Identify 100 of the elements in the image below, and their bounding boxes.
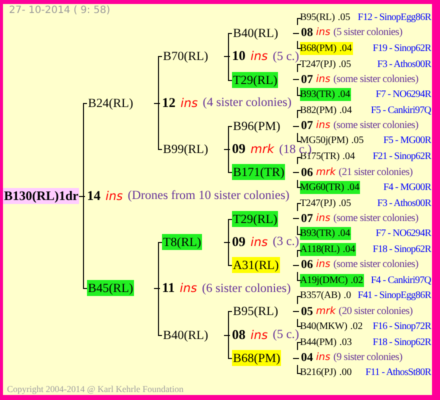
mating-count: 09 [232, 234, 246, 250]
drone-note: (6 sister colonies) [202, 280, 291, 296]
bee-value: .02 [350, 320, 364, 333]
drone-note: (some sister colonies) [333, 259, 418, 270]
bee-id: T247(PJ) [300, 58, 337, 71]
colony-label: B130(RL)1dr [3, 188, 80, 204]
drone-note: (20 sister colonies) [338, 306, 413, 317]
colony-label: B171(TR) [232, 164, 286, 180]
origin-code: F18 - Sinop62R [372, 336, 431, 348]
drone-note: (5 c.) [272, 327, 300, 342]
mating-kind: ins [250, 234, 268, 249]
origin-code: F3 - Athos00R [377, 198, 431, 209]
bee-id: B357(AB) [300, 289, 342, 302]
mating-kind: ins [316, 74, 330, 85]
drone-note: (Drones from 10 sister colonies) [128, 188, 290, 203]
origin-code: F16 - Sinop72R [372, 320, 431, 332]
colony-label: B99(RL) [162, 141, 210, 158]
mating-kind: ins [250, 49, 268, 64]
mating-count: 08 [301, 25, 313, 40]
mating-kind: ins [316, 259, 330, 270]
bee-value: .04 [342, 243, 356, 256]
mating-count: 07 [301, 118, 313, 134]
origin-code: F41 - SinopEgg86R [358, 290, 431, 302]
bee-value: .04 [338, 227, 352, 240]
colony-label: B45(RL) [87, 280, 134, 296]
bee-id: B82(PM) [300, 104, 338, 117]
colony-label: B96(PM) [232, 118, 282, 134]
bee-value: .04 [339, 42, 353, 55]
drone-note: (5 sister colonies) [333, 27, 402, 38]
bee-value: .04 [342, 150, 356, 164]
drone-note: (some sister colonies) [333, 212, 418, 224]
mating-count: 11 [162, 280, 175, 296]
mating-count: 08 [232, 326, 246, 343]
bee-value: .05 [338, 11, 352, 24]
mating-kind: ins [180, 96, 198, 110]
mating-kind: ins [316, 120, 330, 132]
bee-id: B40(MKW) [300, 320, 348, 333]
drone-note: (4 sister colonies) [202, 95, 292, 110]
mating-count: 12 [162, 94, 176, 111]
bee-id: MG50j(PM) [300, 134, 350, 146]
origin-code: F12 - SinopEgg86R [358, 12, 431, 24]
mating-kind: ins [316, 212, 330, 224]
drone-note: (some sister colonies) [333, 74, 418, 85]
mating-count: 07 [301, 72, 313, 87]
mating-count: 05 [301, 304, 313, 319]
copyright-text: Copyright 2004-2014 @ Karl Kehrle Foundation [7, 384, 184, 395]
bee-value: .05 [351, 134, 365, 148]
bee-id: B95(RL) [300, 11, 336, 24]
bee-id: B93(TR) [300, 88, 338, 102]
mating-kind: ins [250, 328, 268, 342]
origin-code: F18 - Sinop62R [372, 244, 431, 256]
origin-code: F5 - Cankiri97Q [370, 104, 431, 116]
mating-kind: ins [106, 188, 123, 202]
colony-label: A31(RL) [232, 257, 280, 274]
bee-value: .05 [338, 196, 352, 210]
bee-value: .05 [338, 58, 352, 71]
mating-kind: ins [316, 352, 330, 364]
mating-kind: mrk [316, 306, 336, 317]
bee-value: .02 [350, 274, 364, 287]
mating-count: 06 [301, 164, 313, 180]
mating-kind: mrk [316, 166, 336, 178]
drone-note: (21 sister colonies) [338, 166, 413, 178]
origin-code: F4 - Cankiri97Q [370, 274, 431, 286]
colony-label: B68(PM) [232, 350, 282, 366]
mating-count: 09 [232, 141, 246, 158]
bee-value: .04 [339, 104, 353, 117]
origin-code: F11 - AthosSt80R [366, 367, 431, 378]
drone-note: (9 sister colonies) [333, 352, 402, 364]
colony-label: B40(RL) [162, 326, 210, 343]
origin-code: F5 - MG00R [383, 135, 431, 146]
bee-id: T247(PJ) [300, 196, 337, 210]
bee-id: B93(TR) [300, 227, 338, 240]
bee-value: .04 [346, 180, 360, 194]
colony-label: T29(RL) [232, 210, 278, 227]
colony-label: B24(RL) [87, 94, 134, 111]
mating-count: 14 [87, 188, 100, 204]
bee-id: A118(RL) [300, 243, 343, 256]
origin-code: F7 - NO6294R [376, 89, 431, 100]
bee-value: .0 [344, 289, 352, 302]
origin-code: F4 - MG00R [383, 182, 431, 193]
colony-label: B70(RL) [162, 48, 210, 64]
colony-label: B95(RL) [232, 303, 280, 320]
colony-label: T8(RL) [162, 234, 202, 250]
mating-count: 06 [301, 257, 313, 272]
drone-note: (some sister colonies) [333, 120, 418, 132]
bee-id: A19j(DMC) [300, 274, 351, 287]
bee-value: .04 [338, 88, 352, 102]
drone-note: (5 c.) [272, 48, 300, 64]
drone-note: (3 c.) [272, 234, 300, 250]
colony-label: T29(RL) [232, 72, 278, 88]
origin-code: F7 - NO6294R [376, 228, 431, 240]
mating-count: 10 [232, 48, 246, 64]
mating-count: 07 [301, 210, 313, 226]
bee-id: B44(PM) [300, 336, 338, 349]
mating-kind: mrk [250, 142, 274, 156]
origin-code: F21 - Sinop62R [372, 151, 431, 162]
mating-kind: ins [180, 281, 197, 296]
colony-label: B40(RL) [232, 25, 280, 42]
bee-id: B216(PJ) [300, 366, 338, 380]
bee-value: .00 [339, 366, 353, 380]
